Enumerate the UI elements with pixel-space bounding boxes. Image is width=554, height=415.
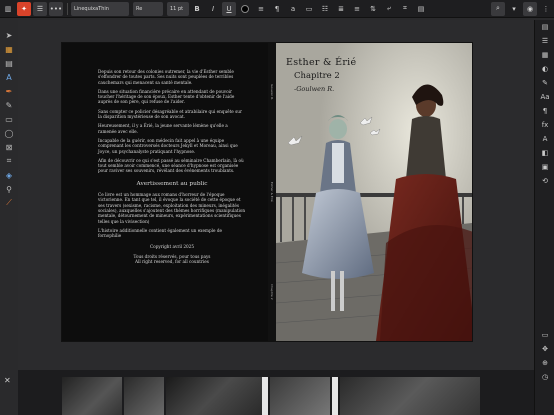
pencil-tool-icon[interactable]: ✎ — [0, 98, 18, 112]
back-paragraph: Depuis son retour des colonies outremer,… — [98, 69, 234, 85]
crop-tool-icon[interactable]: ⌗ — [0, 154, 18, 168]
cover-subtitle: Chapitre 2 — [294, 71, 340, 81]
rights-en: All right reserved, for all countries — [135, 259, 209, 265]
view-mode-icon[interactable]: ◉ — [523, 1, 537, 16]
eyedropper-tool-icon[interactable]: ⟋ — [0, 196, 18, 210]
character-icon[interactable]: a — [286, 2, 300, 16]
cover-title: Esther & Érié — [286, 57, 357, 68]
zoom-icon[interactable]: ⊕ — [535, 356, 554, 370]
top-toolbar: ▥ ✦ ☰ ••• LinequixaThin Re 11 pt B I U ≡… — [0, 0, 554, 18]
italic-button[interactable]: I — [206, 2, 220, 16]
spine[interactable]: Gouwen R. Esther & Érié Chapitre 2 — [268, 43, 276, 341]
sidebar-toggle-icon[interactable]: ▥ — [1, 2, 15, 16]
spine-chapter: Chapitre 2 — [270, 284, 274, 300]
back-paragraph: Incapable de la guérir, son médecin fait… — [98, 137, 238, 154]
app-window: ▥ ✦ ☰ ••• LinequixaThin Re 11 pt B I U ≡… — [0, 0, 554, 415]
align-justify-icon[interactable]: ☷ — [318, 2, 332, 16]
settings-icon[interactable]: ⋮ — [539, 2, 553, 16]
close-icon[interactable]: ✕ — [4, 376, 11, 385]
fill-tool-icon[interactable]: ◈ — [0, 168, 18, 182]
align-right-icon[interactable]: ≡ — [350, 2, 364, 16]
baseline-icon[interactable]: ⇅ — [366, 2, 380, 16]
page-thumbnail[interactable] — [124, 377, 164, 415]
page-thumbnail[interactable] — [62, 377, 122, 415]
transform-icon[interactable]: ⌗ — [398, 2, 412, 16]
resources-panel-icon[interactable]: ▣ — [535, 160, 554, 174]
warning-paragraph: L'histoire additionnelle contient égalem… — [98, 227, 222, 239]
front-cover[interactable]: Esther & Érié Chapitre 2 -Goulwen R. — [276, 43, 472, 341]
move-tool-icon[interactable]: ➤ — [0, 28, 18, 42]
text-frame-icon[interactable]: ▭ — [302, 2, 316, 16]
swatches-panel-icon[interactable]: ▦ — [535, 48, 554, 62]
spine-author: Gouwen R. — [270, 84, 274, 101]
font-family-field[interactable]: LinequixaThin — [71, 1, 129, 16]
rectangle-tool-icon[interactable]: ▭ — [0, 112, 18, 126]
back-cover[interactable]: Depuis son retour des colonies outremer,… — [62, 43, 268, 341]
warning-title: Avertissement au public — [136, 180, 208, 187]
copyright: Copyright avril 2025 — [149, 244, 195, 250]
page-thumbnail-selected[interactable] — [262, 377, 268, 415]
back-paragraph: Sans compter ce policier désagréable et … — [98, 108, 242, 120]
navigator-icon[interactable]: ✥ — [535, 342, 554, 356]
align-center-icon[interactable]: ≣ — [334, 2, 348, 16]
clock-icon[interactable]: ◷ — [535, 370, 554, 384]
app-logo-icon[interactable]: ✦ — [17, 1, 31, 16]
page-thumbnail[interactable] — [340, 377, 480, 415]
character-panel-icon[interactable]: Aa — [535, 90, 554, 104]
tools-panel: ➤ ▦ ▤ A ✒ ✎ ▭ ◯ ⊠ ⌗ ◈ ⚲ ⟋ — [0, 28, 18, 228]
document-canvas[interactable]: Depuis son retour des colonies outremer,… — [18, 20, 534, 370]
assets-panel-icon[interactable]: ◧ — [535, 146, 554, 160]
font-size-field[interactable]: 11 pt — [167, 1, 189, 16]
color-panel-icon[interactable]: ◐ — [535, 62, 554, 76]
frame-tool-icon[interactable]: ▦ — [0, 42, 18, 56]
back-paragraph: Heureusement, il y a Érié, la jeune serv… — [98, 123, 228, 134]
cover-author: -Goulwen R. — [294, 85, 335, 93]
dropdown-icon[interactable]: ▾ — [507, 2, 521, 16]
more-icon[interactable]: ••• — [49, 1, 63, 16]
studio-panel-strip: ▤ ☰ ▦ ◐ ✎ Aa ¶ fx A ◧ ▣ ⟲ ▭ ✥ ⊕ ◷ — [534, 20, 554, 415]
book-cover-spread[interactable]: Depuis son retour des colonies outremer,… — [62, 43, 472, 341]
text-color-icon[interactable] — [238, 2, 252, 16]
divider — [67, 2, 68, 15]
spine-title: Esther & Érié — [270, 182, 274, 203]
back-paragraph: Dans une situation financière précaire e… — [98, 88, 235, 105]
transparency-tool-icon[interactable]: ⚲ — [0, 182, 18, 196]
warning-paragraph: Ce livre est un hommage aux romans d'hor… — [98, 192, 246, 224]
bold-button[interactable]: B — [190, 2, 204, 16]
back-paragraph: Afin de découvrir ce qui s'est passé au … — [98, 157, 244, 174]
search-icon[interactable]: ⌕ — [491, 1, 505, 16]
pages-filmstrip[interactable] — [18, 370, 534, 415]
underline-button[interactable]: U — [222, 1, 236, 16]
align-left-icon[interactable]: ≡ — [254, 2, 268, 16]
fx-panel-icon[interactable]: fx — [535, 118, 554, 132]
history-panel-icon[interactable]: ⟲ — [535, 174, 554, 188]
paragraph-icon[interactable]: ¶ — [270, 2, 284, 16]
bottom-panel-icon[interactable]: ▭ — [535, 328, 554, 342]
ellipse-tool-icon[interactable]: ◯ — [0, 126, 18, 140]
stroke-panel-icon[interactable]: ✎ — [535, 76, 554, 90]
pages-panel-icon[interactable]: ▤ — [535, 20, 554, 34]
paragraph-panel-icon[interactable]: ¶ — [535, 104, 554, 118]
styles-panel-icon[interactable]: A — [535, 132, 554, 146]
pen-tool-icon[interactable]: ✒ — [0, 84, 18, 98]
picture-frame-icon[interactable]: ⊠ — [0, 140, 18, 154]
arrange-icon[interactable]: ▤ — [414, 2, 428, 16]
menu-icon[interactable]: ☰ — [33, 1, 47, 16]
layers-panel-icon[interactable]: ☰ — [535, 34, 554, 48]
page-thumbnail[interactable] — [166, 377, 262, 415]
page-thumbnail-selected[interactable] — [332, 377, 338, 415]
page-thumbnail[interactable] — [270, 377, 330, 415]
wrap-icon[interactable]: ⤶ — [382, 2, 396, 16]
font-style-field[interactable]: Re — [133, 1, 163, 16]
table-tool-icon[interactable]: ▤ — [0, 56, 18, 70]
text-tool-icon[interactable]: A — [0, 70, 18, 84]
